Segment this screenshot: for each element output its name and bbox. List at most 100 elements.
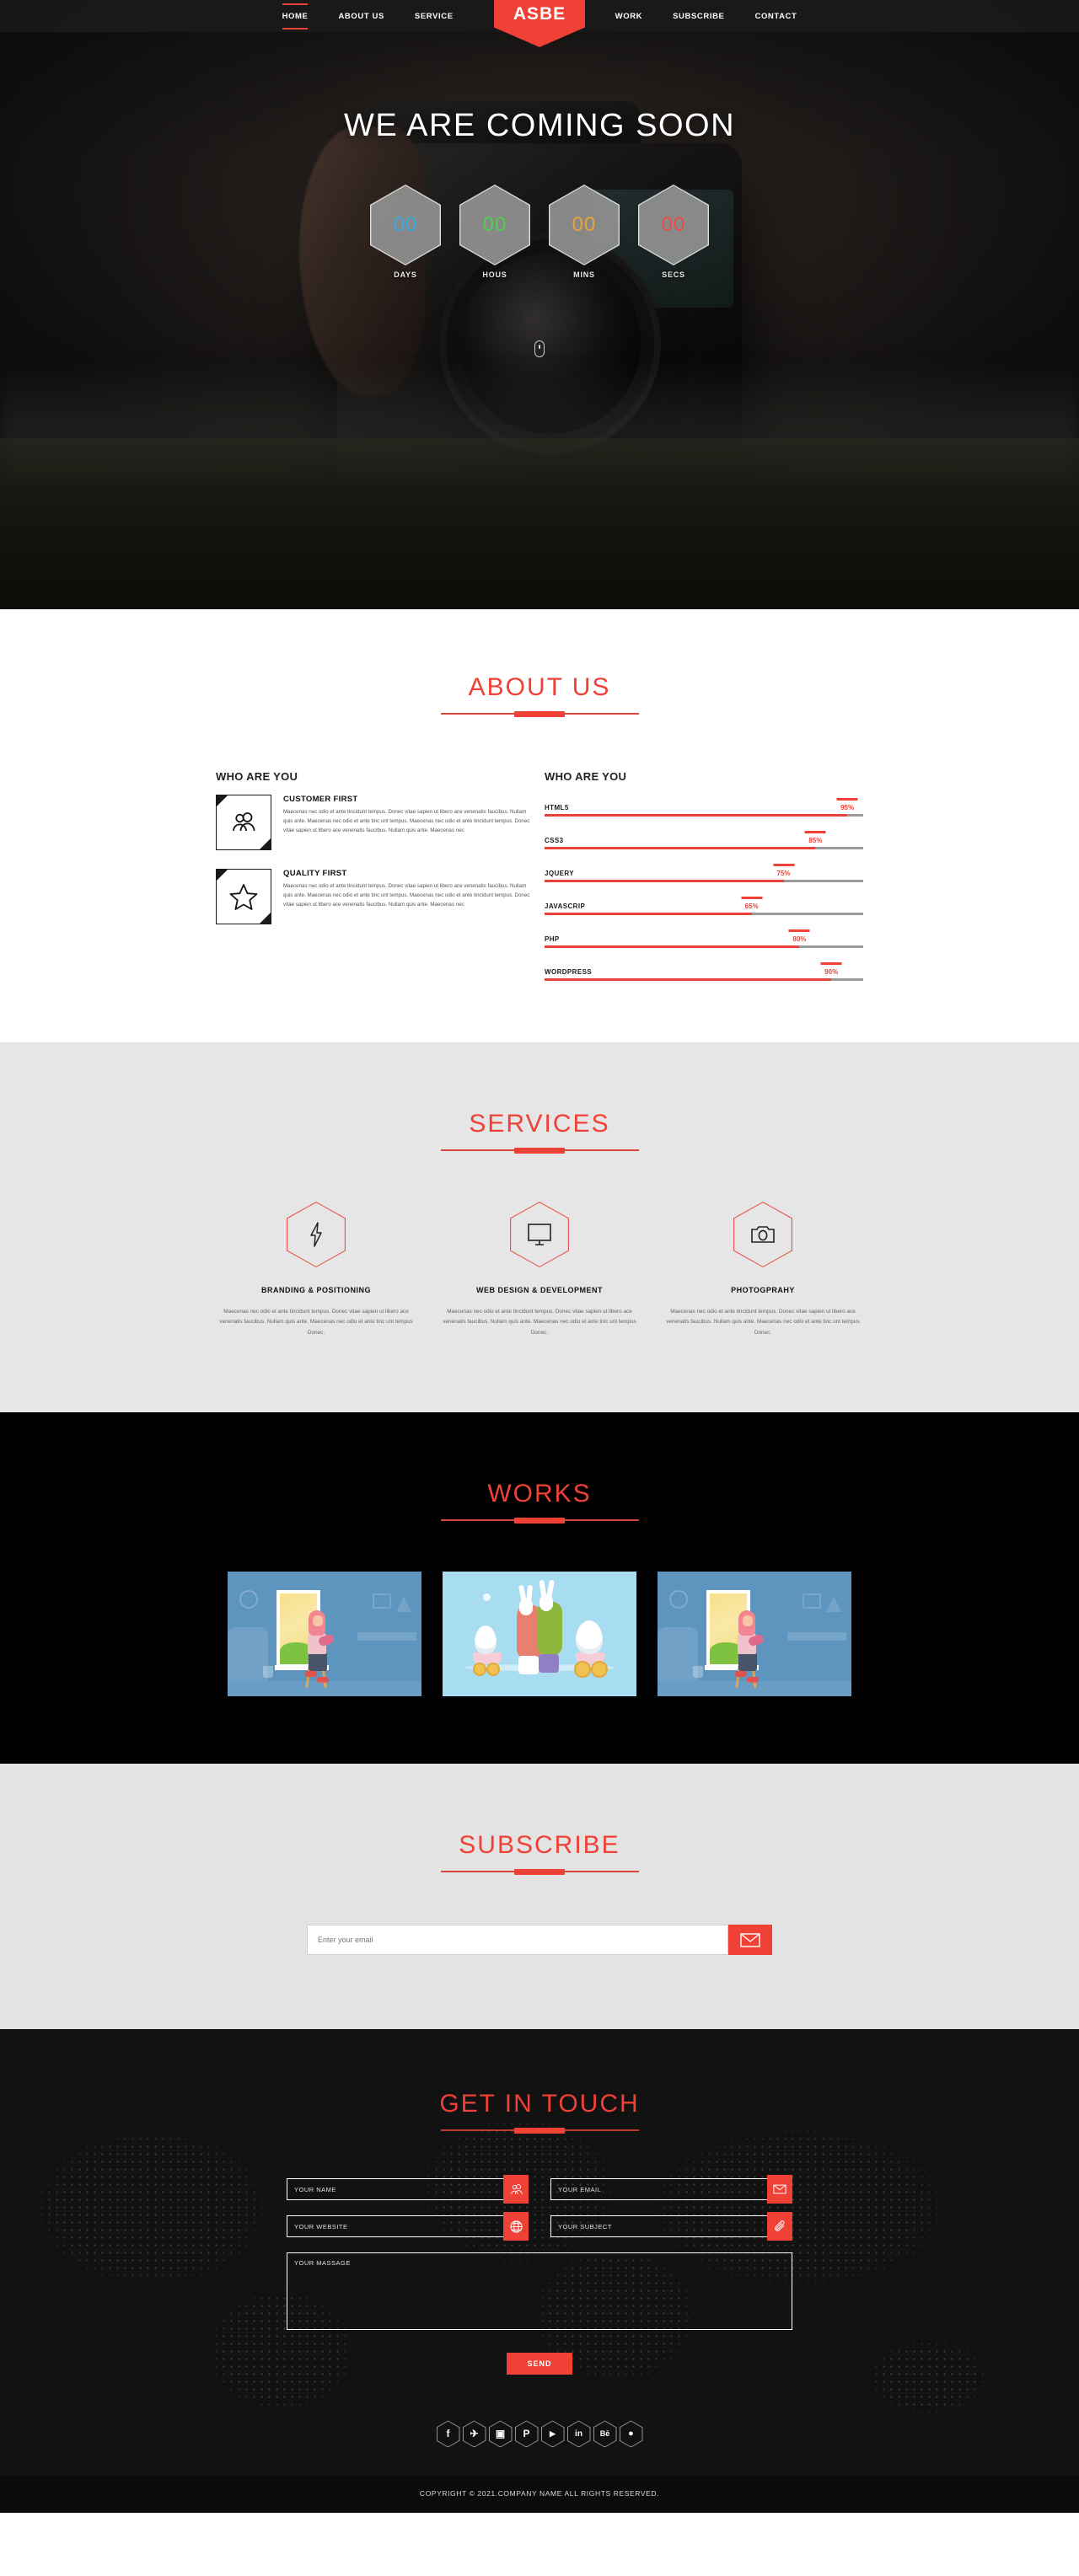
skill-percent: 90% <box>824 968 839 976</box>
email-input[interactable] <box>550 2178 768 2201</box>
service-card[interactable]: BRANDING & POSITIONING Maecenas nec odio… <box>219 1202 413 1338</box>
nav-item-about-us[interactable]: ABOUT US <box>338 9 384 24</box>
about-heading-block: ABOUT US <box>0 673 1079 715</box>
services-title: SERVICES <box>469 1110 610 1138</box>
youtube-glyph: ▶ <box>550 2429 556 2438</box>
pinterest-glyph: P <box>523 2428 530 2440</box>
hexagon-inner: 00 <box>550 185 619 265</box>
copyright-text: COPYRIGHT © 2021.COMPANY NAME ALL RIGHTS… <box>419 2489 660 2498</box>
skill-percent: 85% <box>808 837 823 844</box>
website-input[interactable] <box>287 2215 504 2238</box>
skill-fill <box>545 814 848 817</box>
hero-title: WE ARE COMING SOON <box>343 108 736 143</box>
message-textarea[interactable] <box>287 2252 792 2331</box>
main-navigation: HOME ABOUT US SERVICE WORK SUBSCRIBE CON… <box>0 0 1079 47</box>
hexagon-inner: 00 <box>639 185 708 265</box>
instagram-icon[interactable]: ▣ <box>488 2420 513 2448</box>
facebook-icon[interactable]: f <box>436 2420 460 2448</box>
hexagon-inner: 00 <box>460 185 529 265</box>
envelope-icon <box>740 1933 760 1947</box>
skill-name: PHP <box>545 935 560 943</box>
service-card[interactable]: WEB DESIGN & DEVELOPMENT Maecenas nec od… <box>443 1202 636 1338</box>
work-thumbnail[interactable] <box>228 1572 421 1697</box>
behance-icon[interactable]: Bē <box>593 2420 617 2448</box>
work-thumbnail[interactable] <box>443 1572 636 1697</box>
works-grid <box>228 1572 851 1697</box>
hero-section: HOME ABOUT US SERVICE WORK SUBSCRIBE CON… <box>0 0 1079 609</box>
countdown-value-mins: 00 <box>572 213 597 236</box>
linkedin-glyph: in <box>575 2429 582 2439</box>
works-heading-block: WORKS <box>0 1480 1079 1522</box>
page-root: HOME ABOUT US SERVICE WORK SUBSCRIBE CON… <box>0 0 1079 2514</box>
lightning-bolt-icon <box>310 1222 322 1247</box>
about-title: ABOUT US <box>468 673 611 701</box>
send-button-wrap: SEND <box>287 2353 792 2375</box>
skill-name: WORDPRESS <box>545 968 593 976</box>
service-text: Maecenas nec odio et ante tincidunt temp… <box>666 1309 860 1336</box>
skill-name: CSS3 <box>545 837 564 844</box>
nav-item-home[interactable]: HOME <box>282 3 309 29</box>
pinterest-icon[interactable]: P <box>514 2420 539 2448</box>
countdown-cell-days: 00 DAYS <box>370 185 441 279</box>
dribbble-icon[interactable]: ● <box>619 2420 643 2448</box>
envelope-icon[interactable] <box>767 2175 792 2204</box>
nav-item-service[interactable]: SERVICE <box>415 9 454 24</box>
skill-item: WORDPRESS 90% <box>545 959 863 981</box>
skill-name: JQUERY <box>545 870 575 877</box>
mouse-scroll-icon[interactable] <box>534 340 545 357</box>
about-left-heading: WHO ARE YOU <box>216 770 298 783</box>
countdown-label-days: DAYS <box>394 270 417 279</box>
service-text: Maecenas nec odio et ante tincidunt temp… <box>219 1309 413 1336</box>
name-input[interactable] <box>287 2178 504 2201</box>
send-button[interactable]: SEND <box>507 2353 572 2375</box>
services-section: SERVICES BRANDING & POSITIONING Maecenas… <box>0 1042 1079 1413</box>
work-thumbnail[interactable] <box>658 1572 851 1697</box>
dribbble-glyph: ● <box>628 2429 634 2439</box>
countdown-value-secs: 00 <box>661 213 686 236</box>
contact-title: GET IN TOUCH <box>439 2090 640 2118</box>
skill-name: HTML5 <box>545 804 569 811</box>
title-divider <box>440 1519 639 1522</box>
instagram-glyph: ▣ <box>495 2428 506 2440</box>
subscribe-submit-button[interactable] <box>728 1925 772 1956</box>
youtube-icon[interactable]: ▶ <box>540 2420 565 2448</box>
nav-left-group: HOME ABOUT US SERVICE <box>282 3 454 29</box>
hexagon-inner: 00 <box>371 185 440 265</box>
hero-content: WE ARE COMING SOON 00 DAYS 00 HOUS 00 MI… <box>0 0 1079 609</box>
nav-item-contact[interactable]: CONTACT <box>754 9 797 24</box>
services-heading-block: SERVICES <box>0 1110 1079 1151</box>
facebook-glyph: f <box>446 2428 450 2440</box>
nav-item-work[interactable]: WORK <box>615 9 642 24</box>
services-grid: BRANDING & POSITIONING Maecenas nec odio… <box>219 1202 860 1338</box>
subscribe-heading-block: SUBSCRIBE <box>0 1831 1079 1873</box>
camera-icon <box>751 1226 775 1243</box>
subject-input[interactable] <box>550 2215 768 2238</box>
email-input[interactable] <box>307 1925 728 1956</box>
behance-glyph: Bē <box>599 2429 610 2439</box>
service-card[interactable]: PHOTOGPRAHY Maecenas nec odio et ante ti… <box>666 1202 860 1338</box>
globe-icon[interactable] <box>503 2212 529 2241</box>
paperclip-icon[interactable] <box>767 2212 792 2241</box>
skill-percent: 75% <box>776 870 791 877</box>
service-title: PHOTOGPRAHY <box>731 1286 795 1294</box>
skill-fill <box>545 880 784 882</box>
nav-item-subscribe[interactable]: SUBSCRIBE <box>673 9 724 24</box>
skill-percent: 65% <box>744 902 759 910</box>
twitter-icon[interactable]: ✈ <box>462 2420 486 2448</box>
contact-section: GET IN TOUCH YOUR NAME YOUR EMAIL YOUR W… <box>0 2029 1079 2477</box>
skill-item: JAVASCRIP 65% <box>545 893 863 915</box>
feature-item: CUSTOMER FIRST Maecenas nec odio et ante… <box>216 795 534 850</box>
name-field-wrap <box>287 2175 529 2204</box>
skill-item: PHP 80% <box>545 926 863 948</box>
countdown-cell-hours: 00 HOUS <box>459 185 530 279</box>
service-hex-frame <box>510 1202 569 1267</box>
contact-heading-block: GET IN TOUCH <box>0 2090 1079 2132</box>
skill-fill <box>545 945 800 948</box>
subscribe-form <box>307 1925 772 1956</box>
linkedin-icon[interactable]: in <box>566 2420 591 2448</box>
skill-track <box>545 978 863 981</box>
skill-track <box>545 880 863 882</box>
about-left-column: WHO ARE YOU CUSTOMER FIRST Maecenas nec … <box>216 770 534 992</box>
users-icon[interactable] <box>503 2175 529 2204</box>
service-hex-frame <box>287 1202 346 1267</box>
